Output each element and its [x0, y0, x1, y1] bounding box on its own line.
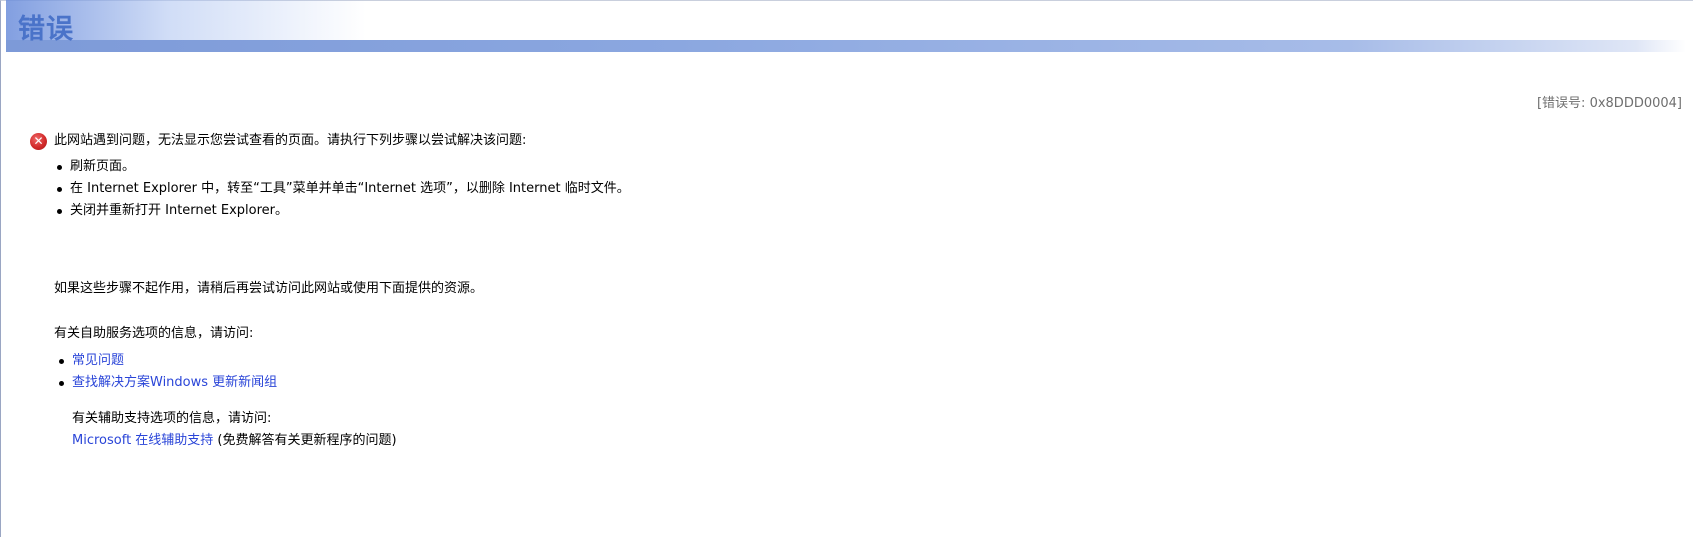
- main-content: ✕ 此网站遇到问题，无法显示您尝试查看的页面。请执行下列步骤以尝试解决该问题: …: [30, 130, 1430, 452]
- error-x-icon: ✕: [30, 132, 47, 150]
- assisted-support-line: Microsoft 在线辅助支持 (免费解答有关更新程序的问题): [72, 430, 1430, 452]
- link-item: 常见问题: [59, 350, 1430, 372]
- step-item: 刷新页面。: [57, 156, 1430, 178]
- link-item: 查找解决方案Windows 更新新闻组: [59, 372, 1430, 394]
- page-title: 错误: [18, 14, 74, 45]
- problem-text: 此网站遇到问题，无法显示您尝试查看的页面。请执行下列步骤以尝试解决该问题:: [54, 133, 527, 148]
- self-help-links: 常见问题 查找解决方案Windows 更新新闻组: [30, 350, 1430, 394]
- step-item: 关闭并重新打开 Internet Explorer。: [57, 200, 1430, 222]
- error-code: [错误号: 0x8DDD0004]: [1536, 96, 1682, 111]
- faq-link[interactable]: 常见问题: [72, 353, 124, 368]
- newsgroup-link[interactable]: 查找解决方案Windows 更新新闻组: [72, 375, 277, 390]
- assisted-support-text: 有关辅助支持选项的信息，请访问:: [72, 411, 272, 426]
- steps-list: 刷新页面。 在 Internet Explorer 中，转至“工具”菜单并单击“…: [30, 156, 1430, 222]
- self-help-text: 有关自助服务选项的信息，请访问:: [54, 326, 254, 341]
- assisted-support-note: (免费解答有关更新程序的问题): [213, 433, 397, 448]
- retry-text: 如果这些步骤不起作用，请稍后再尝试访问此网站或使用下面提供的资源。: [54, 281, 484, 296]
- step-item: 在 Internet Explorer 中，转至“工具”菜单并单击“Intern…: [57, 178, 1430, 200]
- problem-message: ✕ 此网站遇到问题，无法显示您尝试查看的页面。请执行下列步骤以尝试解决该问题:: [30, 130, 1430, 152]
- page-header: 错误: [6, 0, 1686, 52]
- header-bar: [6, 40, 1686, 52]
- online-support-link[interactable]: Microsoft 在线辅助支持: [72, 433, 213, 448]
- assisted-support: 有关辅助支持选项的信息，请访问: Microsoft 在线辅助支持 (免费解答有…: [30, 408, 1430, 452]
